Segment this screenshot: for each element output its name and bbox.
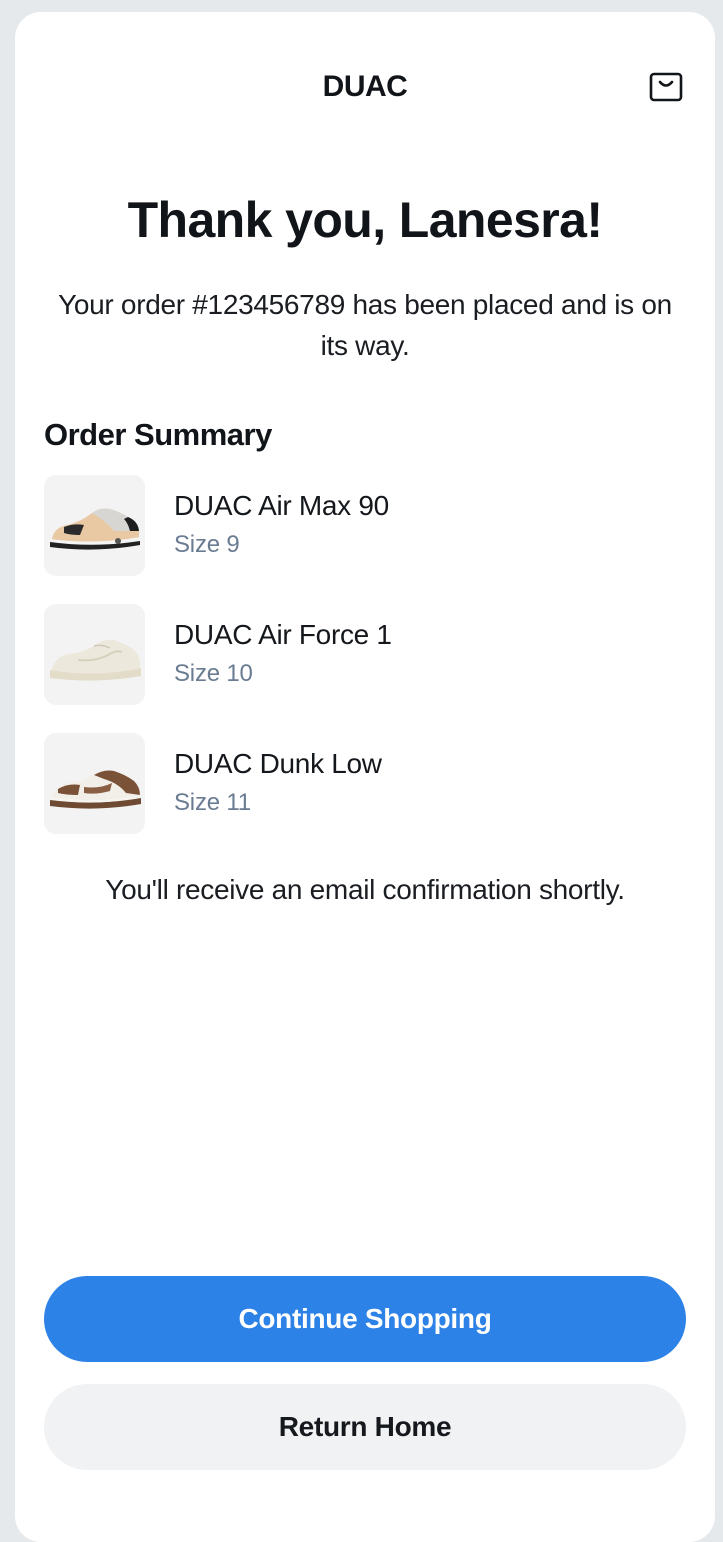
- item-size: Size 11: [174, 789, 251, 816]
- item-name: DUAC Dunk Low: [174, 748, 382, 779]
- list-item[interactable]: DUAC Air Max 90 Size 9: [44, 475, 694, 576]
- order-message: Your order #123456789 has been placed an…: [58, 289, 672, 361]
- shopping-bag-icon: [649, 72, 683, 102]
- return-home-button[interactable]: Return Home: [44, 1384, 686, 1470]
- page-title: Thank you, Lanesra!: [127, 192, 603, 248]
- dunk-low-sneaker-image: [44, 733, 145, 834]
- item-name: DUAC Air Force 1: [174, 619, 392, 650]
- item-name: DUAC Air Max 90: [174, 490, 389, 521]
- email-confirmation-note: You'll receive an email confirmation sho…: [105, 874, 625, 905]
- list-item[interactable]: DUAC Dunk Low Size 11: [44, 733, 694, 834]
- item-size: Size 9: [174, 531, 240, 558]
- cart-button[interactable]: [645, 66, 687, 108]
- header: DUAC: [15, 72, 715, 122]
- confirmation-card: DUAC Thank you, Lanesra! Your order #123…: [15, 12, 715, 1542]
- list-item[interactable]: DUAC Air Force 1 Size 10: [44, 604, 694, 705]
- order-summary-heading: Order Summary: [44, 417, 272, 452]
- brand-logo[interactable]: DUAC: [15, 72, 715, 102]
- air-force-1-sneaker-image: [44, 604, 145, 705]
- order-items-list: DUAC Air Max 90 Size 9 DUAC Air Force 1 …: [44, 475, 694, 862]
- air-max-90-sneaker-image: [44, 475, 145, 576]
- item-size: Size 10: [174, 660, 253, 687]
- continue-shopping-button[interactable]: Continue Shopping: [44, 1276, 686, 1362]
